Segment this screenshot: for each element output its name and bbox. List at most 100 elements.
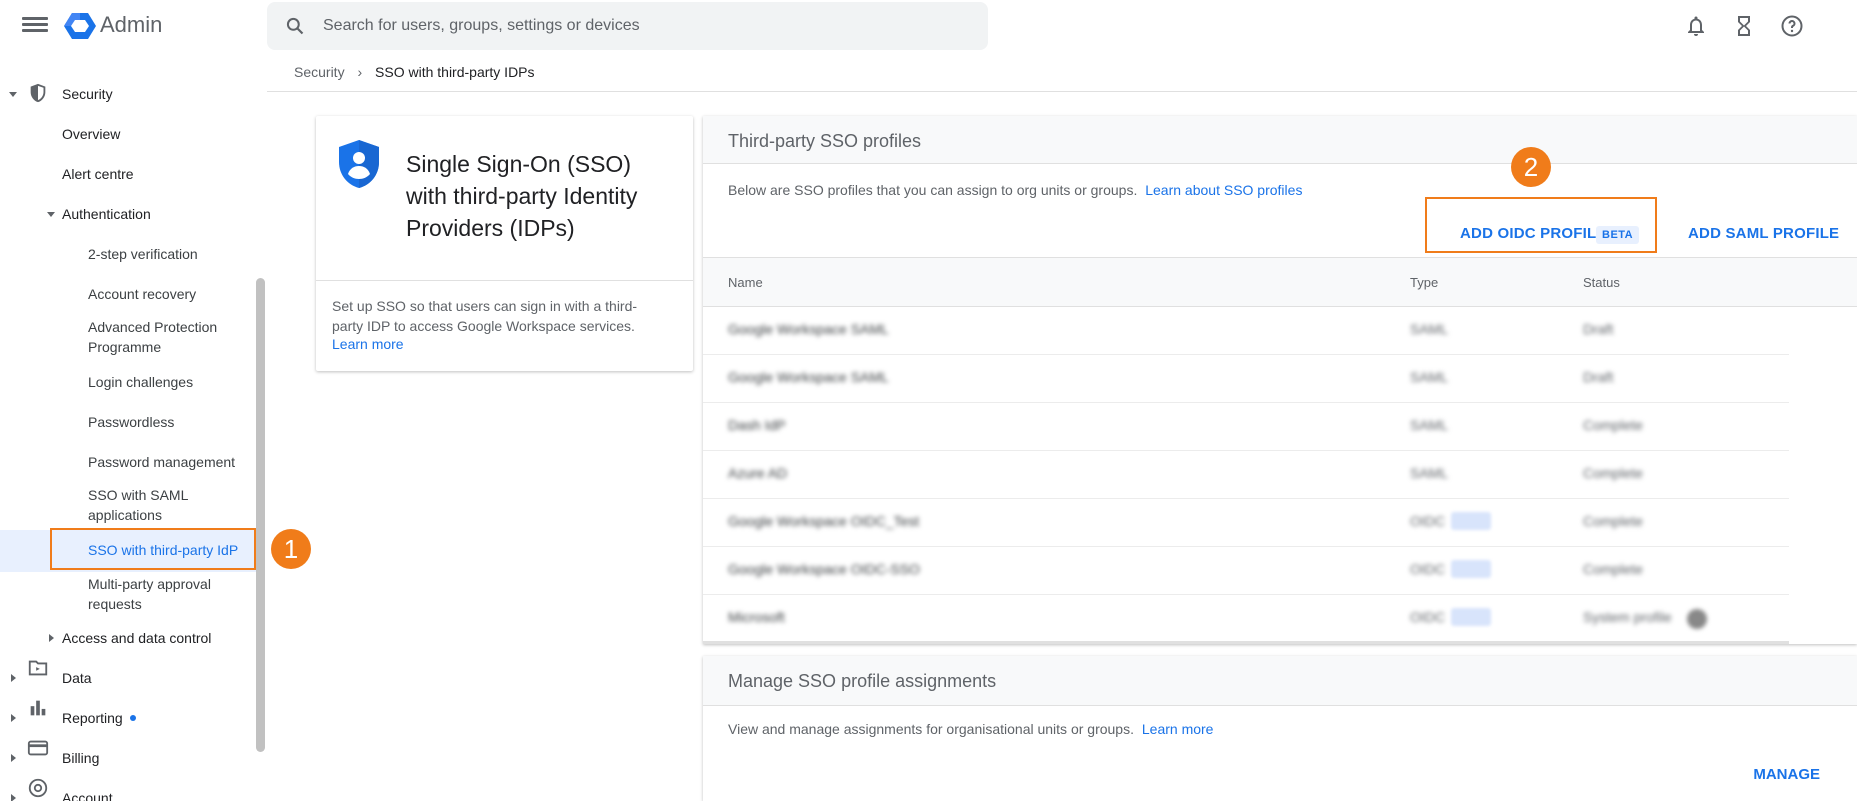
sidebar-item-label: Programme (88, 339, 162, 355)
column-header-status[interactable]: Status (1583, 275, 1620, 290)
sidebar-item-advanced-protection[interactable]: Advanced Protection Programme (88, 317, 217, 357)
expand-arrow-icon[interactable] (47, 212, 55, 217)
expand-arrow-icon[interactable] (11, 674, 16, 682)
row-beta-badge (1451, 560, 1491, 578)
row-name: Google Workspace SAML (728, 369, 889, 385)
table-horizontal-scrollbar[interactable] (703, 641, 1789, 644)
row-type: SAML (1410, 417, 1449, 433)
sidebar-item-label: Advanced Protection (88, 319, 218, 335)
breadcrumb-separator: › (357, 64, 363, 80)
sidebar-item-label: Multi-party approval (88, 576, 211, 592)
row-name: Google Workspace OIDC_Test (728, 513, 920, 529)
credit-card-icon (27, 740, 49, 756)
sidebar-item-alert-centre[interactable]: Alert centre (62, 164, 134, 184)
row-type: OIDC (1410, 561, 1445, 577)
tasks-hourglass-icon[interactable] (1732, 14, 1756, 38)
sidebar-nav: Security Overview Alert centre Authentic… (0, 52, 265, 801)
manage-button[interactable]: MANAGE (1753, 766, 1820, 783)
table-header: Name Type Status (703, 257, 1857, 307)
row-type: OIDC (1410, 513, 1445, 529)
row-status: Complete (1583, 417, 1643, 433)
hamburger-menu-icon[interactable] (22, 14, 48, 38)
sso-assignments-panel: Manage SSO profile assignments View and … (703, 656, 1857, 801)
sidebar-item-data[interactable]: Data (62, 668, 92, 688)
sidebar-item-2-step-verification[interactable]: 2-step verification (88, 244, 198, 264)
sidebar-item-label: SSO with SAML (88, 487, 189, 503)
sidebar-item-password-management[interactable]: Password management (88, 452, 235, 472)
expand-arrow-icon[interactable] (11, 794, 16, 801)
search-icon (286, 17, 304, 35)
sidebar-item-login-challenges[interactable]: Login challenges (88, 372, 193, 392)
table-row[interactable]: Google Workspace OIDC_Test OIDC Complete (703, 499, 1789, 547)
row-info-icon (1687, 609, 1707, 629)
assignments-learn-more-link[interactable]: Learn more (1142, 721, 1214, 737)
panel-title: Third-party SSO profiles (728, 131, 922, 151)
top-app-bar: Admin Search for users, groups, settings… (0, 0, 1857, 52)
row-status: Complete (1583, 513, 1643, 529)
sidebar-item-access-data-control[interactable]: Access and data control (62, 628, 211, 648)
breadcrumb-divider (267, 91, 1857, 92)
search-bar[interactable]: Search for users, groups, settings or de… (267, 2, 988, 50)
breadcrumb: Security › SSO with third-party IDPs (294, 64, 535, 80)
row-name: Google Workspace OIDC-SSO (728, 561, 920, 577)
info-card-learn-more-link[interactable]: Learn more (332, 336, 404, 352)
table-row[interactable]: Google Workspace OIDC-SSO OIDC Complete (703, 547, 1789, 595)
panel-description: Below are SSO profiles that you can assi… (728, 182, 1302, 198)
sidebar-item-billing[interactable]: Billing (62, 748, 99, 768)
panel-description-text: View and manage assignments for organisa… (728, 721, 1134, 737)
table-row[interactable]: Google Workspace SAML SAML Draft (703, 355, 1789, 403)
info-card-divider (316, 280, 693, 281)
sidebar-item-passwordless[interactable]: Passwordless (88, 412, 174, 432)
expand-arrow-icon[interactable] (49, 634, 54, 642)
app-title[interactable]: Admin (100, 12, 162, 38)
bar-chart-icon (30, 700, 46, 716)
row-name: Microsoft (728, 609, 785, 625)
expand-arrow-icon[interactable] (11, 754, 16, 762)
row-type: OIDC (1410, 609, 1445, 625)
column-header-type[interactable]: Type (1410, 275, 1438, 290)
row-status: Complete (1583, 465, 1643, 481)
row-status: System profile (1583, 609, 1672, 625)
sidebar-item-account[interactable]: Account (62, 788, 113, 801)
info-card-description: Set up SSO so that users can sign in wit… (332, 298, 638, 334)
sso-profiles-panel: Third-party SSO profiles Below are SSO p… (703, 116, 1857, 644)
panel-header: Manage SSO profile assignments (703, 656, 1857, 706)
row-type: SAML (1410, 465, 1449, 481)
notifications-bell-icon[interactable] (1684, 14, 1708, 38)
help-question-icon[interactable] (1780, 14, 1804, 38)
row-status: Complete (1583, 561, 1643, 577)
table-row[interactable]: Google Workspace SAML SAML Draft (703, 307, 1789, 355)
search-input[interactable]: Search for users, groups, settings or de… (323, 17, 640, 35)
admin-logo-icon[interactable] (64, 11, 96, 41)
panel-title: Manage SSO profile assignments (728, 671, 997, 691)
sidebar-item-overview[interactable]: Overview (62, 124, 120, 144)
expand-arrow-icon[interactable] (11, 714, 16, 722)
annotation-badge-step-1: 1 (271, 529, 311, 569)
row-name: Dash IdP (728, 417, 786, 433)
add-saml-profile-button[interactable]: ADD SAML PROFILE (1688, 225, 1839, 242)
sidebar-item-sso-saml[interactable]: SSO with SAML applications (88, 485, 188, 525)
learn-about-sso-profiles-link[interactable]: Learn about SSO profiles (1145, 182, 1302, 198)
info-card-title: Single Sign-On (SSO) with third-party Id… (406, 151, 638, 241)
annotation-badge-step-2: 2 (1511, 147, 1551, 187)
sidebar-item-authentication[interactable]: Authentication (62, 204, 151, 224)
row-status: Draft (1583, 321, 1614, 337)
table-row[interactable]: Azure AD SAML Complete (703, 451, 1789, 499)
new-indicator-dot (130, 715, 136, 721)
sidebar-scrollbar[interactable] (256, 278, 265, 752)
table-row[interactable]: Microsoft OIDC System profile (703, 595, 1789, 643)
sidebar-item-account-recovery[interactable]: Account recovery (88, 284, 196, 304)
row-beta-badge (1451, 512, 1491, 530)
annotation-box-step-2 (1425, 197, 1657, 253)
sidebar-item-label: applications (88, 507, 162, 523)
shield-icon (30, 83, 46, 103)
breadcrumb-security-link[interactable]: Security (294, 64, 345, 80)
expand-arrow-icon[interactable] (9, 92, 17, 97)
panel-description-text: Below are SSO profiles that you can assi… (728, 182, 1138, 198)
sidebar-item-multi-party-approval[interactable]: Multi-party approval requests (88, 574, 211, 614)
sidebar-item-security[interactable]: Security (62, 84, 113, 104)
table-row[interactable]: Dash IdP SAML Complete (703, 403, 1789, 451)
column-header-name[interactable]: Name (728, 275, 763, 290)
sidebar-item-reporting[interactable]: Reporting (62, 708, 123, 728)
account-at-icon (28, 778, 48, 798)
